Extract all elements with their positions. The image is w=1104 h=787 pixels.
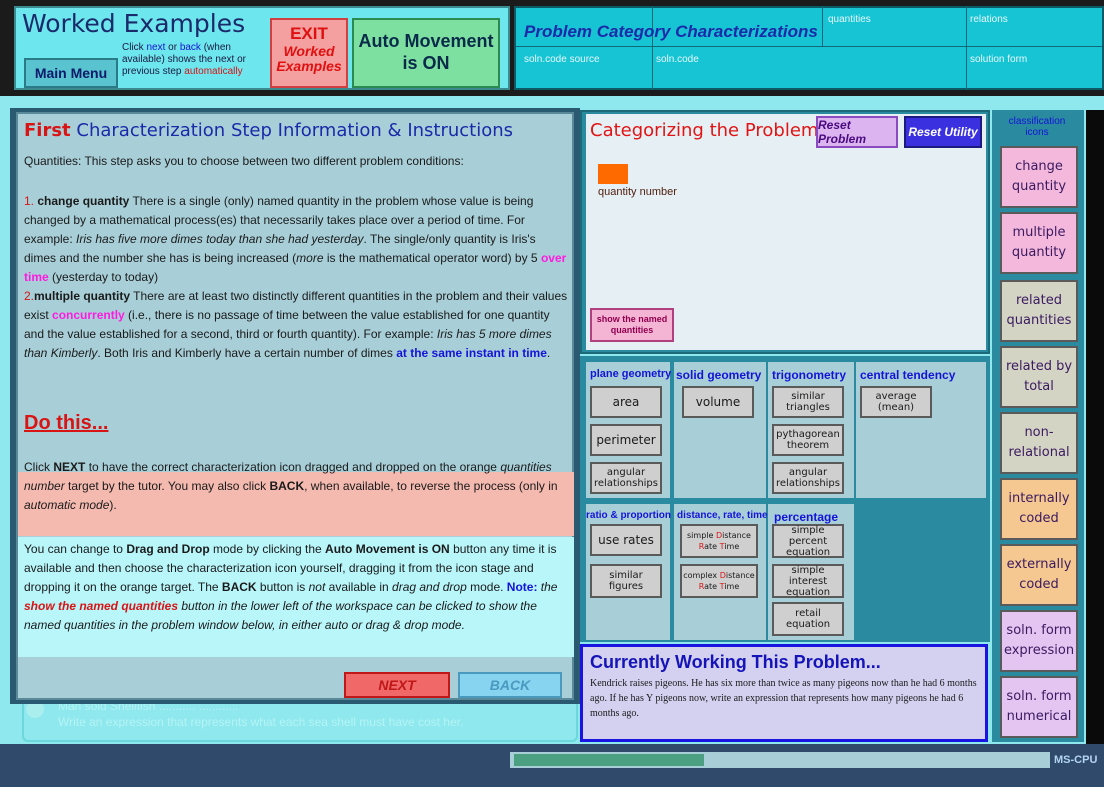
pcc-soln-code-slot: soln.code bbox=[656, 54, 699, 65]
back-button[interactable]: BACK bbox=[458, 672, 562, 698]
ratio-proportion-header: ratio & proportion bbox=[586, 510, 671, 521]
central-tendency-group bbox=[856, 362, 986, 498]
auto-movement-state: is ON bbox=[402, 53, 450, 73]
auto-movement-toggle[interactable]: Auto Movement is ON bbox=[352, 18, 500, 88]
percentage-header: percentage bbox=[774, 510, 839, 524]
worked-examples-title: Worked Examples bbox=[22, 9, 246, 38]
instructions-click-next: Click NEXT to have the correct character… bbox=[24, 460, 558, 512]
area-icon-button[interactable]: area bbox=[590, 386, 662, 418]
plane-geometry-header: plane geometry bbox=[590, 368, 672, 380]
current-problem-text: Kendrick raises pigeons. He has six more… bbox=[590, 678, 977, 719]
retail-equation-icon-button[interactable]: retail equation bbox=[772, 602, 844, 636]
pcc-divider-v3 bbox=[966, 6, 967, 90]
related-quantities-icon[interactable]: related quantities bbox=[1000, 280, 1078, 342]
solid-geometry-group bbox=[674, 362, 766, 498]
perimeter-icon-button[interactable]: perimeter bbox=[590, 424, 662, 456]
problem-category-panel bbox=[514, 6, 1104, 90]
show-named-quantities-button[interactable]: show the named quantities bbox=[590, 308, 674, 342]
exit-label-worked: Worked bbox=[283, 43, 335, 59]
pythagorean-theorem-icon-button[interactable]: pythagorean theorem bbox=[772, 424, 844, 456]
average-mean-icon-button[interactable]: average (mean) bbox=[860, 386, 932, 418]
pcc-title: Problem Category Characterizations bbox=[524, 22, 818, 41]
central-tendency-header: central tendency bbox=[860, 368, 956, 382]
exit-label: EXIT bbox=[290, 24, 328, 43]
angular-relationships-plane-icon-button[interactable]: angular relationships bbox=[590, 462, 662, 494]
related-by-total-icon[interactable]: related by total bbox=[1000, 346, 1078, 408]
cpu-indicator: MS-CPU bbox=[1054, 754, 1098, 766]
volume-icon-button[interactable]: volume bbox=[682, 386, 754, 418]
soln-form-expression-icon[interactable]: soln. form expression bbox=[1000, 610, 1078, 672]
internally-coded-icon[interactable]: internally coded bbox=[1000, 478, 1078, 540]
pcc-relations-slot: relations bbox=[970, 14, 1008, 25]
distance-rate-time-header: distance, rate, time bbox=[677, 510, 768, 521]
instructions-item-change-quantity: 1. change quantity There is a single (on… bbox=[24, 194, 568, 360]
current-problem-title: Currently Working This Problem... bbox=[590, 652, 881, 672]
instructions-title: First Characterization Step Information … bbox=[24, 120, 514, 141]
reset-problem-button[interactable]: Reset Problem bbox=[816, 116, 898, 148]
taskbar-item[interactable] bbox=[514, 754, 704, 766]
main-menu-button[interactable]: Main Menu bbox=[24, 58, 118, 88]
complex-distance-rate-time-icon-button[interactable]: complex Distance Rate Time bbox=[680, 564, 758, 598]
auto-movement-label: Auto Movement bbox=[358, 31, 494, 51]
pcc-divider-v2 bbox=[822, 6, 823, 46]
simple-interest-equation-icon-button[interactable]: simple interest equation bbox=[772, 564, 844, 598]
reset-utility-button[interactable]: Reset Utility bbox=[904, 116, 982, 148]
multiple-quantity-icon[interactable]: multiple quantity bbox=[1000, 212, 1078, 274]
change-quantity-icon[interactable]: change quantity bbox=[1000, 146, 1078, 208]
angular-relationships-trig-icon-button[interactable]: angular relationships bbox=[772, 462, 844, 494]
simple-distance-rate-time-icon-button[interactable]: simple Distance Rate Time bbox=[680, 524, 758, 558]
externally-coded-icon[interactable]: externally coded bbox=[1000, 544, 1078, 606]
window-edge bbox=[1086, 110, 1104, 744]
pcc-solution-form-slot: solution form bbox=[970, 54, 1028, 65]
soln-form-numerical-icon[interactable]: soln. form numerical bbox=[1000, 676, 1078, 738]
instructions-drag-drop: You can change to Drag and Drop mode by … bbox=[24, 542, 558, 632]
classification-icons-label: classification icons bbox=[1008, 116, 1066, 138]
next-button[interactable]: NEXT bbox=[344, 672, 450, 698]
pcc-divider-v1 bbox=[652, 6, 653, 90]
pcc-divider bbox=[516, 46, 1102, 47]
pcc-soln-code-source-slot: soln.code source bbox=[524, 54, 600, 65]
worked-examples-help: Click next or back (when available) show… bbox=[122, 42, 246, 77]
trigonometry-header: trigonometry bbox=[772, 368, 847, 382]
quantity-drop-target[interactable] bbox=[598, 164, 628, 184]
simple-percent-equation-icon-button[interactable]: simple percent equation bbox=[772, 524, 844, 558]
exit-worked-examples-button[interactable]: EXIT Worked Examples bbox=[270, 18, 348, 88]
solid-geometry-header: solid geometry bbox=[676, 368, 762, 382]
use-rates-icon-button[interactable]: use rates bbox=[590, 524, 662, 556]
instructions-intro: Quantities: This step asks you to choose… bbox=[24, 154, 464, 168]
similar-figures-icon-button[interactable]: similar figures bbox=[590, 564, 662, 598]
similar-triangles-icon-button[interactable]: similar triangles bbox=[772, 386, 844, 418]
exit-label-examples: Examples bbox=[276, 58, 342, 74]
do-this-heading: Do this... bbox=[24, 412, 109, 434]
categorizing-title: Categorizing the Problem bbox=[590, 120, 819, 141]
non-relational-icon[interactable]: non-relational bbox=[1000, 412, 1078, 474]
quantity-number-label: quantity number bbox=[598, 186, 677, 198]
pcc-quantities-slot: quantities bbox=[828, 14, 871, 25]
